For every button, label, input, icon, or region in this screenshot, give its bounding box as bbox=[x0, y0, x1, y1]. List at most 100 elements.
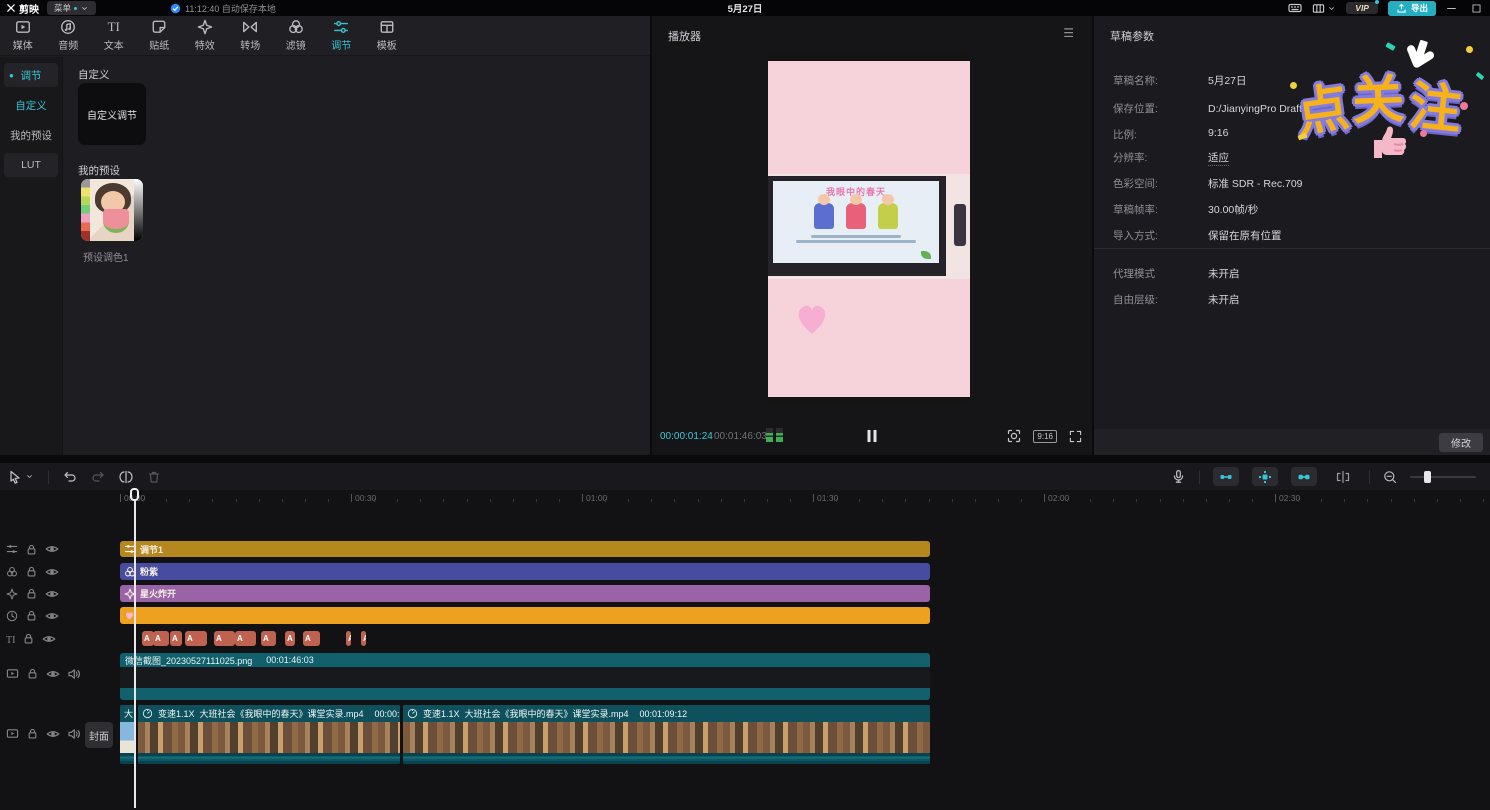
ribbon-tab-转场[interactable]: 转场 bbox=[228, 19, 274, 52]
lock-icon[interactable] bbox=[25, 543, 38, 556]
ribbon-tab-贴纸[interactable]: 贴纸 bbox=[137, 19, 183, 52]
adjust-track-clip[interactable]: 调节1 bbox=[120, 541, 930, 557]
track-header-row bbox=[0, 541, 88, 557]
total-duration: 00:01:46:03 bbox=[714, 431, 767, 442]
menu-button[interactable]: 菜单 bbox=[47, 1, 96, 15]
cover-button[interactable]: 封面 bbox=[85, 722, 113, 748]
effect-track-icon[interactable] bbox=[6, 588, 18, 600]
text-clip[interactable]: A bbox=[361, 631, 366, 646]
sidebar-item-调节[interactable]: ●调节 bbox=[4, 63, 58, 87]
preview-axis-toggle[interactable] bbox=[1330, 467, 1356, 486]
sidebar-item-自定义[interactable]: 自定义 bbox=[4, 93, 58, 117]
filter-track-icon[interactable] bbox=[6, 566, 18, 578]
clip-label: 星火炸开 bbox=[140, 587, 176, 600]
lock-icon[interactable] bbox=[22, 632, 35, 645]
sidebar-item-LUT[interactable]: LUT bbox=[4, 153, 58, 177]
lock-icon[interactable] bbox=[25, 565, 38, 578]
delete-clip-icon[interactable] bbox=[147, 470, 161, 484]
modify-button[interactable]: 修改 bbox=[1439, 433, 1483, 452]
custom-adjust-card[interactable]: 自定义调节 bbox=[78, 83, 146, 145]
eye-icon[interactable] bbox=[42, 632, 56, 646]
effect-track-clip[interactable]: 星火炸开 bbox=[120, 585, 930, 602]
ruler-tick bbox=[374, 499, 375, 502]
split-clip-icon[interactable] bbox=[119, 470, 133, 484]
ribbon-tab-音频[interactable]: 音频 bbox=[46, 19, 92, 52]
timeline-ruler[interactable]: 00:0000:3001:0001:3002:0002:30 bbox=[0, 490, 1490, 507]
auto-snap-toggle[interactable] bbox=[1252, 467, 1278, 486]
link-move-toggle[interactable] bbox=[1291, 467, 1317, 486]
template-icon bbox=[379, 19, 395, 35]
text-clip[interactable]: A bbox=[346, 631, 351, 646]
ruler-tick bbox=[467, 499, 468, 502]
preview-quality-icon[interactable] bbox=[1007, 429, 1021, 443]
main-track-magnet-toggle[interactable] bbox=[1213, 467, 1239, 486]
text-clip[interactable]: A bbox=[235, 631, 256, 646]
video-track-icon[interactable] bbox=[6, 727, 19, 740]
lock-icon[interactable] bbox=[26, 667, 39, 680]
shortcut-keyboard-icon[interactable] bbox=[1288, 1, 1302, 15]
layout-panels-icon[interactable] bbox=[1312, 2, 1325, 15]
video-track-icon[interactable] bbox=[6, 667, 19, 680]
ruler-tick bbox=[929, 499, 930, 502]
lock-icon[interactable] bbox=[25, 587, 38, 600]
ribbon-tab-文本[interactable]: TI文本 bbox=[91, 19, 137, 52]
eye-icon[interactable] bbox=[45, 542, 59, 556]
maximize-button[interactable] bbox=[1471, 3, 1482, 14]
text-clip[interactable]: A bbox=[185, 631, 207, 646]
lock-icon[interactable] bbox=[26, 727, 39, 740]
pause-button[interactable] bbox=[868, 430, 877, 442]
video-clip[interactable]: 变速1.1X大班社会《我眼中的春天》课堂实录.mp400:01:09:12 bbox=[403, 705, 930, 764]
eye-icon[interactable] bbox=[45, 609, 59, 623]
ribbon-tab-媒体[interactable]: 媒体 bbox=[0, 19, 46, 52]
eye-icon[interactable] bbox=[46, 667, 60, 681]
ruler-tick bbox=[536, 499, 537, 502]
zoom-slider-handle[interactable] bbox=[1424, 471, 1431, 483]
adjust-track-icon[interactable] bbox=[6, 543, 18, 555]
ribbon-tab-滤镜[interactable]: 滤镜 bbox=[273, 19, 319, 52]
zoom-out-icon[interactable] bbox=[1383, 470, 1397, 484]
video-clip[interactable]: 变速1.1X大班社会《我眼中的春天》课堂实录.mp400:00:34:25 bbox=[138, 705, 400, 764]
vip-button[interactable]: VIP bbox=[1346, 2, 1378, 14]
eye-icon[interactable] bbox=[45, 565, 59, 579]
text-clip[interactable]: A bbox=[285, 631, 295, 646]
chevron-down-icon[interactable] bbox=[1327, 4, 1336, 13]
text-track-icon[interactable]: TI bbox=[6, 630, 15, 648]
preset-thumbnail[interactable] bbox=[81, 179, 143, 241]
filter-track-clip[interactable]: 粉紫 bbox=[120, 563, 930, 580]
export-button[interactable]: 导出 bbox=[1388, 1, 1436, 16]
sticker-track-clip[interactable] bbox=[120, 607, 930, 624]
select-tool-icon[interactable] bbox=[8, 470, 22, 484]
aspect-ratio-button[interactable]: 9:16 bbox=[1033, 430, 1057, 443]
chevron-down-icon[interactable] bbox=[25, 472, 34, 481]
video-clip[interactable]: 大 bbox=[120, 705, 136, 764]
text-clip[interactable]: A bbox=[214, 631, 235, 646]
sticker-track-icon[interactable] bbox=[6, 610, 18, 622]
timeline-zoom-slider[interactable] bbox=[1410, 476, 1476, 478]
player-menu-icon[interactable]: ☰ bbox=[1063, 26, 1074, 40]
ruler-major-tick bbox=[120, 494, 121, 502]
image-clip[interactable]: 微信截图_20230527111025.png 00:01:46:03 bbox=[120, 653, 930, 700]
eye-icon[interactable] bbox=[45, 587, 59, 601]
sidebar-item-我的预设[interactable]: 我的预设 bbox=[4, 123, 58, 147]
text-clip[interactable]: A bbox=[303, 631, 320, 646]
text-clip[interactable]: A bbox=[170, 631, 182, 646]
text-clip[interactable]: A bbox=[153, 631, 169, 646]
text-clip[interactable]: A bbox=[261, 631, 276, 646]
lock-icon[interactable] bbox=[25, 609, 38, 622]
sidebar-item-label: 调节 bbox=[21, 68, 42, 83]
speaker-icon[interactable] bbox=[67, 727, 81, 741]
ribbon-tab-调节[interactable]: 调节 bbox=[319, 19, 365, 52]
undo-icon[interactable] bbox=[63, 470, 77, 484]
record-voiceover-icon[interactable] bbox=[1171, 469, 1186, 484]
ribbon-tab-label: 音频 bbox=[58, 37, 78, 52]
redo-icon[interactable] bbox=[91, 470, 105, 484]
ribbon-tab-特效[interactable]: 特效 bbox=[182, 19, 228, 52]
ribbon-tab-label: 特效 bbox=[195, 37, 215, 52]
fullscreen-icon[interactable] bbox=[1069, 430, 1082, 443]
video-preview[interactable]: 我眼中的春天 bbox=[768, 53, 970, 405]
minimize-button[interactable] bbox=[1446, 3, 1457, 14]
draft-row-value[interactable]: 适应 bbox=[1208, 150, 1229, 166]
ribbon-tab-模板[interactable]: 模板 bbox=[364, 19, 410, 52]
eye-icon[interactable] bbox=[46, 727, 60, 741]
speaker-icon[interactable] bbox=[67, 667, 81, 681]
